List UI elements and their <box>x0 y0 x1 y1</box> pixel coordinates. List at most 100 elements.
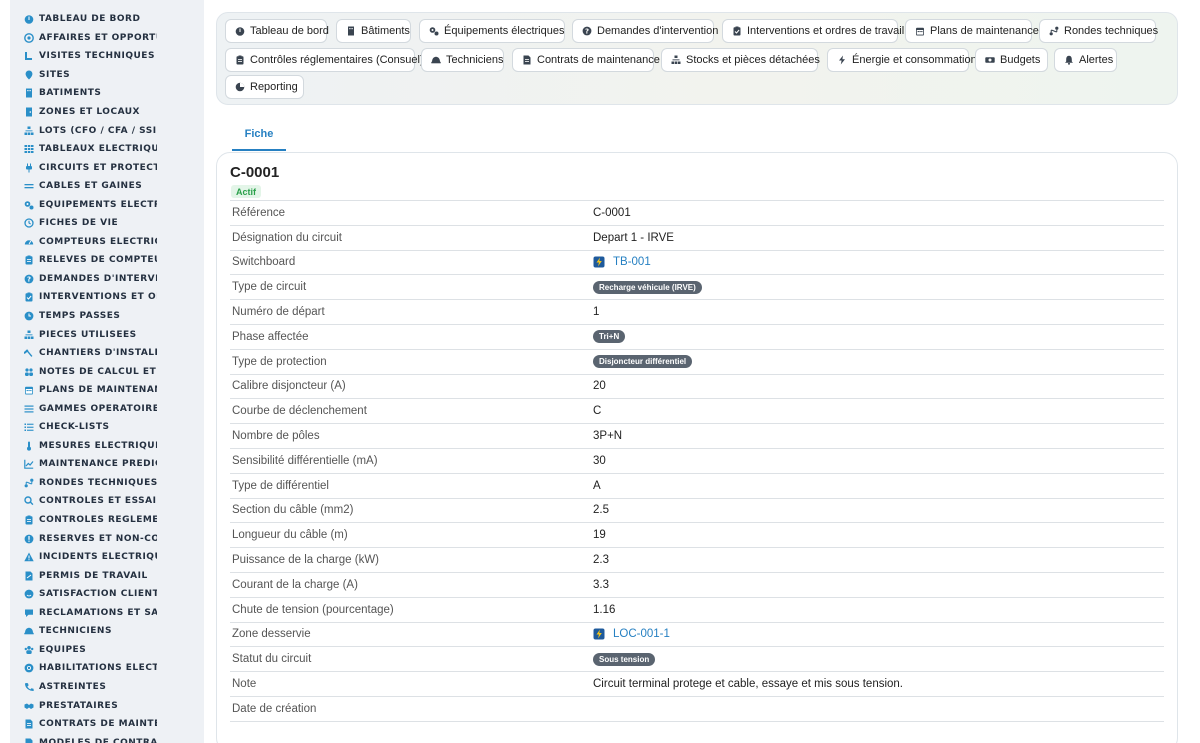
field-label: Switchboard <box>232 256 296 269</box>
top-nav: Tableau de bord Bâtiments Équipements élec… <box>216 12 1178 105</box>
clock-icon <box>24 311 34 321</box>
nav-button-label: Alertes <box>1079 54 1114 66</box>
value-badge: Disjoncteur différentiel <box>593 355 693 369</box>
sidebar-item[interactable]: TECHNICIENS <box>10 622 204 641</box>
nav-button-label: Stocks et pièces détachées <box>686 54 820 66</box>
sidebar-item[interactable]: HABILITATIONS ÉLECTRIQUES <box>10 659 204 678</box>
field-row: Zone desservie LOC-001-1 <box>230 623 1164 648</box>
sidebar-item[interactable]: SITES <box>10 66 204 85</box>
nav-button[interactable]: Tableau de bord <box>225 19 329 43</box>
file-contract-icon <box>24 719 34 729</box>
nav-button-label: Interventions et ordres de travail <box>747 25 905 37</box>
sidebar-item-label: RÉSERVES ET NON-CONFORMITÉS <box>39 533 157 544</box>
sidebar-item[interactable]: AFFAIRES ET OPPORTUNITÉS <box>10 29 204 48</box>
value-badge: Recharge véhicule (IRVE) <box>593 280 702 294</box>
bolt-icon <box>837 55 847 65</box>
sidebar-item[interactable]: CIRCUITS ET PROTECTIONS <box>10 158 204 177</box>
sidebar-item[interactable]: MAINTENANCE PRÉDICTIVE <box>10 455 204 474</box>
sidebar-item[interactable]: ZONES ET LOCAUX <box>10 103 204 122</box>
sidebar-item[interactable]: BÂTIMENTS <box>10 84 204 103</box>
file-icon <box>24 738 34 743</box>
sidebar-item[interactable]: RELEVÉS DE COMPTEURS <box>10 251 204 270</box>
sidebar-item[interactable]: NOTES DE CALCUL ET ÉTUDES <box>10 362 204 381</box>
nav-button[interactable]: Rondes techniques <box>1039 19 1158 43</box>
pie-icon <box>235 82 245 92</box>
nav-button[interactable]: Techniciens <box>421 48 504 72</box>
field-label: Numéro de départ <box>232 306 325 319</box>
sidebar-item-label: AFFAIRES ET OPPORTUNITÉS <box>39 32 157 43</box>
nav-button[interactable]: Équipements électriques <box>419 19 565 43</box>
sidebar-item[interactable]: PIÈCES UTILISÉES <box>10 325 204 344</box>
nav-button[interactable]: Reporting <box>225 75 304 99</box>
calendar-icon <box>24 385 34 395</box>
sidebar-item[interactable]: TABLEAUX ÉLECTRIQUES <box>10 140 204 159</box>
sidebar-item[interactable]: ASTREINTES <box>10 678 204 697</box>
field-row: Courbe de déclenchement C <box>230 399 1164 425</box>
nav-button[interactable]: Alertes <box>1054 48 1117 72</box>
field-row: Nombre de pôles 3P+N <box>230 424 1164 449</box>
nav-button-label: Énergie et consommation <box>852 54 977 66</box>
field-label: Zone desservie <box>232 628 311 641</box>
sidebar-item[interactable]: FICHES DE VIE <box>10 214 204 233</box>
sidebar-item[interactable]: TEMPS PASSÉS <box>10 307 204 326</box>
sidebar-item[interactable]: ÉQUIPES <box>10 641 204 660</box>
sidebar-item-label: NOTES DE CALCUL ET ÉTUDES <box>39 366 157 377</box>
record-link[interactable]: TB-001 <box>593 256 651 268</box>
nav-button[interactable]: Bâtiments <box>336 19 411 43</box>
sidebar-item[interactable]: MODÈLES DE CONTRATS <box>10 733 204 743</box>
cogs-icon <box>429 26 439 36</box>
sidebar-item[interactable]: CONTRATS DE MAINTENANCE <box>10 715 204 734</box>
sidebar-item[interactable]: GAMMES OPÉRATOIRES <box>10 399 204 418</box>
sidebar-item-label: PRESTATAIRES <box>39 700 119 711</box>
sidebar-item-label: CONTRÔLES ET ESSAIS <box>39 496 157 507</box>
sidebar-item[interactable]: MESURES ÉLECTRIQUES <box>10 437 204 456</box>
door-icon <box>24 107 34 117</box>
sidebar-item[interactable]: PRESTATAIRES <box>10 696 204 715</box>
nav-button[interactable]: Contrôles réglementaires (Consuel) <box>225 48 424 72</box>
field-row: Note Circuit terminal protege et cable, e… <box>230 672 1164 697</box>
sidebar-item[interactable]: PLANS DE MAINTENANCE <box>10 381 204 400</box>
field-row: Type de circuit Recharge véhicule (IRVE) <box>230 275 1164 301</box>
sidebar-item[interactable]: VISITES TECHNIQUES ET RELEVÉS <box>10 47 204 66</box>
sidebar-item[interactable]: ? DEMANDES D'INTERVENTION <box>10 270 204 289</box>
sidebar-item[interactable]: INTERVENTIONS ET ORDRES DE TRAVAIL <box>10 288 204 307</box>
sidebar-item[interactable]: INCIDENTS ÉLECTRIQUES <box>10 548 204 567</box>
sidebar-item[interactable]: RÉSERVES ET NON-CONFORMITÉS <box>10 529 204 548</box>
file-contract-icon <box>522 55 532 65</box>
handshake-icon <box>24 701 34 711</box>
nav-button[interactable]: Plans de maintenance <box>905 19 1039 43</box>
nav-button[interactable]: Stocks et pièces détachées <box>661 48 820 72</box>
nav-button-label: Contrôles réglementaires (Consuel) <box>250 54 424 66</box>
sidebar-item[interactable]: RONDES TECHNIQUES <box>10 474 204 493</box>
field-value: 1 <box>593 306 600 319</box>
sidebar-item[interactable]: SATISFACTION CLIENT <box>10 585 204 604</box>
sidebar-item[interactable]: ÉQUIPEMENTS ÉLECTRIQUES <box>10 195 204 214</box>
field-value: 3.3 <box>593 578 609 591</box>
sidebar-item[interactable]: RÉCLAMATIONS ET SAV <box>10 604 204 623</box>
sidebar-item[interactable]: COMPTEURS ÉLECTRIQUES <box>10 233 204 252</box>
sidebar-item-label: TABLEAUX ÉLECTRIQUES <box>39 144 157 155</box>
sidebar-item[interactable]: TABLEAU DE BORD <box>10 10 204 29</box>
field-label: Courant de la charge (A) <box>232 578 358 591</box>
record-link[interactable]: LOC-001-1 <box>593 628 670 640</box>
tab-fiche[interactable]: Fiche <box>232 119 286 151</box>
field-value: 3P+N <box>593 430 623 443</box>
sidebar-item[interactable]: PERMIS DE TRAVAIL <box>10 566 204 585</box>
sidebar-item[interactable]: CHANTIERS D'INSTALLATION <box>10 344 204 363</box>
nav-button[interactable]: ? Demandes d'intervention <box>572 19 718 43</box>
field-row: Section du câble (mm2) 2.5 <box>230 499 1164 524</box>
nav-button[interactable]: Budgets <box>975 48 1048 72</box>
list-icon <box>24 404 34 414</box>
nav-button[interactable]: Interventions et ordres de travail <box>722 19 904 43</box>
sidebar-item-label: SATISFACTION CLIENT <box>39 589 157 600</box>
hammer-icon <box>24 348 34 358</box>
sidebar-item[interactable]: LOTS (CFO / CFA / SSI...) <box>10 121 204 140</box>
sidebar-item[interactable]: CONTRÔLES ET ESSAIS <box>10 492 204 511</box>
field-value: 2.5 <box>593 504 609 517</box>
sidebar-item[interactable]: CÂBLES ET GAINES <box>10 177 204 196</box>
nav-button[interactable]: Contrats de maintenance <box>512 48 660 72</box>
sidebar-item[interactable]: CHECK-LISTS <box>10 418 204 437</box>
sidebar-item[interactable]: CONTRÔLES RÉGLEMENTAIRES <box>10 511 204 530</box>
nav-button[interactable]: Énergie et consommation <box>827 48 977 72</box>
sidebar-item-label: VISITES TECHNIQUES ET RELEVÉS <box>39 51 157 62</box>
